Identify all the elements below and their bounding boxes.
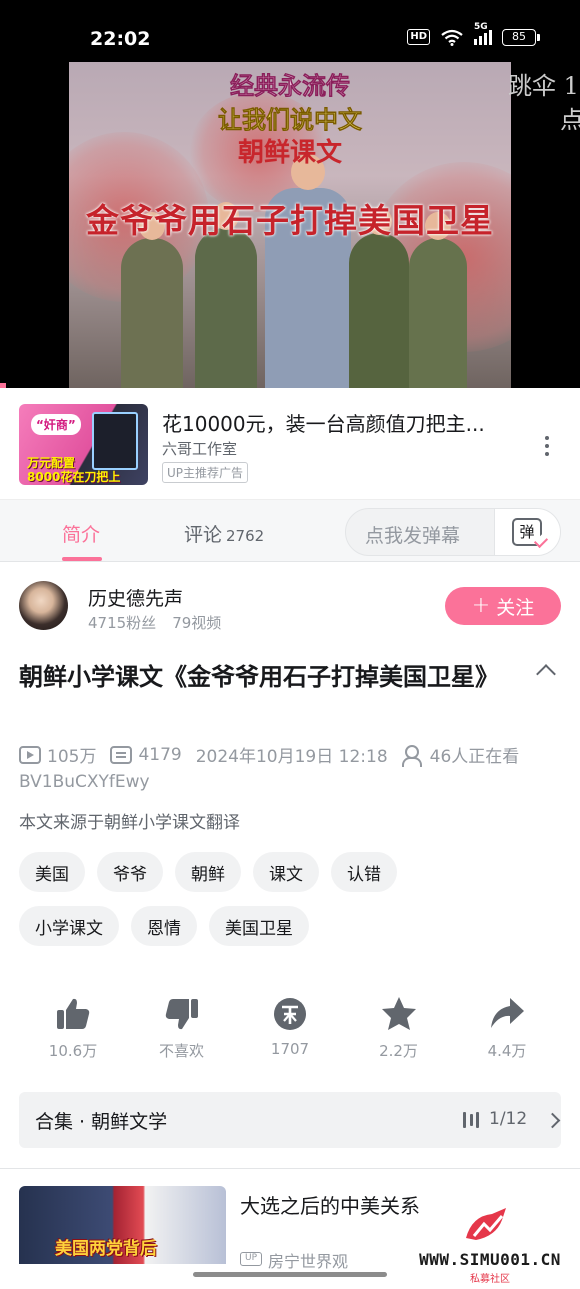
hd-icon: HD <box>407 29 430 45</box>
danmaku-count-icon <box>110 745 133 764</box>
danmaku-placeholder: 点我发弹幕 <box>365 525 461 547</box>
video-caption-1: 经典永流传 <box>230 71 351 101</box>
ad-thumbnail[interactable]: “奸商” 万元配置 8000花在刀把上 <box>19 404 148 485</box>
play-count-icon <box>19 745 41 764</box>
tag-chip[interactable]: 恩情 <box>131 906 197 946</box>
chevron-right-icon <box>544 1112 561 1129</box>
share-count: 4.4万 <box>487 1042 527 1060</box>
view-count: 105万 <box>47 747 97 767</box>
network-label: 5G <box>474 21 488 32</box>
pc-case-image <box>92 412 138 470</box>
watermark-text: WWW.SIMU001.CN <box>419 1250 561 1269</box>
collection-bar[interactable]: 合集 · 朝鲜文学 1/12 <box>19 1092 561 1148</box>
coin-button[interactable]: 1707 <box>236 994 344 1061</box>
collapse-icon[interactable] <box>536 664 556 684</box>
danmaku-comment-2: 点 <box>560 106 580 134</box>
comments-count: 2762 <box>226 527 265 545</box>
recommend-thumbnail[interactable]: 美国两党背后 <box>19 1186 226 1264</box>
dislike-button[interactable]: 不喜欢 <box>128 994 236 1061</box>
collection-title: 合集 · 朝鲜文学 <box>35 1111 168 1133</box>
tab-comments[interactable]: 评论 2762 <box>184 520 264 547</box>
ad-author[interactable]: 六哥工作室 <box>162 438 237 459</box>
tag-chip[interactable]: 爷爷 <box>97 852 163 892</box>
ad-title[interactable]: 花10000元，装一台高颜值刀把主... <box>162 408 485 437</box>
video-title: 朝鲜小学课文《金爷爷用石子打掉美国卫星》 <box>19 663 499 691</box>
collection-progress: 1/12 <box>489 1109 528 1129</box>
tab-intro[interactable]: 简介 <box>62 520 100 547</box>
share-icon <box>491 998 524 1028</box>
tag-chip[interactable]: 认错 <box>331 852 397 892</box>
video-frame[interactable]: 经典永流传 让我们说中文 朝鲜课文 金爷爷用石子打掉美国卫星 <box>69 62 511 388</box>
videos-count: 79视频 <box>172 614 222 632</box>
video-bvid: BV1BuCXYfEwy <box>19 772 150 792</box>
video-caption-3: 朝鲜课文 <box>237 138 342 168</box>
home-indicator[interactable] <box>193 1272 387 1277</box>
video-caption-2: 让我们说中文 <box>218 105 363 135</box>
tag-chip[interactable]: 美国卫星 <box>209 906 309 946</box>
coin-icon <box>274 998 306 1030</box>
ad-label: UP主推荐广告 <box>162 462 249 483</box>
video-overlay-title: 金爷爷用石子打掉美国卫星 <box>86 201 494 240</box>
watermark-subtext: 私募社区 <box>470 1274 510 1285</box>
recommend-thumb-text: 美国两党背后 <box>55 1239 157 1259</box>
more-options-icon[interactable] <box>543 436 551 456</box>
recommend-author: 房宁世界观 <box>268 1252 349 1271</box>
fans-count: 4715粉丝 <box>88 614 157 632</box>
share-button[interactable]: 4.4万 <box>453 994 561 1061</box>
publish-date: 2024年10月19日 12:18 <box>195 747 388 767</box>
video-meta: 105万 4179 2024年10月19日 12:18 46人正在看 <box>19 742 519 767</box>
danmaku-toggle-button[interactable]: 弹 <box>494 509 560 555</box>
like-count: 10.6万 <box>48 1042 98 1060</box>
status-icons: HD 5G 85 <box>407 22 540 46</box>
video-description: 本文来源于朝鲜小学课文翻译 <box>19 813 240 833</box>
status-time: 22:02 <box>90 28 151 50</box>
ad-card[interactable]: “奸商” 万元配置 8000花在刀把上 花10000元，装一台高颜值刀把主...… <box>0 388 580 500</box>
follow-label: 关注 <box>496 596 535 619</box>
thumb-down-icon <box>165 999 198 1030</box>
viewers-icon <box>401 744 424 767</box>
danmaku-input[interactable]: 点我发弹幕 弹 <box>345 508 561 556</box>
watermark-logo-icon <box>466 1208 506 1240</box>
coin-count: 1707 <box>270 1040 310 1058</box>
follow-button[interactable]: + 关注 <box>445 587 561 625</box>
action-bar: 10.6万 不喜欢 1707 2.2万 4.4万 <box>19 994 561 1061</box>
divider <box>0 1168 580 1169</box>
tags-row: 美国 爷爷 朝鲜 课文 认错 <box>19 852 397 892</box>
favorite-button[interactable]: 2.2万 <box>345 994 453 1061</box>
tab-comments-label: 评论 <box>184 524 223 546</box>
tag-chip[interactable]: 朝鲜 <box>175 852 241 892</box>
danmaku-comment: 跳伞 1 <box>508 72 579 100</box>
signal-icon: 5G <box>474 22 492 45</box>
recommend-title[interactable]: 大选之后的中美关系 <box>240 1190 420 1219</box>
dislike-label: 不喜欢 <box>158 1042 204 1060</box>
favorite-count: 2.2万 <box>379 1042 418 1060</box>
watching-count: 46人正在看 <box>429 747 520 767</box>
uploader-name[interactable]: 历史德先声 <box>88 584 183 611</box>
tags-row: 小学课文 恩情 美国卫星 <box>19 906 309 946</box>
uploader-stats: 4715粉丝 79视频 <box>88 612 221 633</box>
like-button[interactable]: 10.6万 <box>19 994 127 1061</box>
uploader-avatar[interactable] <box>19 581 68 630</box>
tag-chip[interactable]: 小学课文 <box>19 906 119 946</box>
wifi-icon <box>441 29 463 46</box>
playlist-icon <box>463 1112 479 1128</box>
tag-chip[interactable]: 美国 <box>19 852 85 892</box>
status-bar: 22:02 HD 5G 85 <box>0 0 580 62</box>
plus-icon: + <box>471 593 491 618</box>
active-tab-indicator <box>62 557 102 561</box>
battery-level: 85 <box>502 28 536 46</box>
up-badge-icon: UP <box>240 1252 262 1266</box>
site-watermark: WWW.SIMU001.CN 私募社区 <box>404 1206 576 1286</box>
battery-icon: 85 <box>502 28 540 46</box>
danmaku-count: 4179 <box>138 744 182 765</box>
thumb-up-icon <box>57 998 90 1029</box>
video-player[interactable]: 22:02 HD 5G 85 经典永流传 让我们说中文 朝鲜课文 金爷爷用石子打… <box>0 0 580 388</box>
tag-chip[interactable]: 课文 <box>253 852 319 892</box>
ad-thumb-label: “奸商” <box>31 414 81 435</box>
star-icon <box>381 997 416 1030</box>
ad-thumb-line2: 8000花在刀把上 <box>27 470 121 484</box>
